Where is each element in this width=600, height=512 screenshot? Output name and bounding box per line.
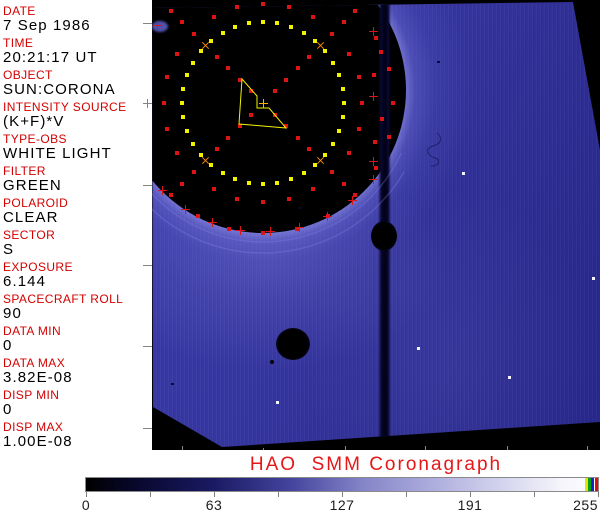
- colorbar-tick: [534, 492, 535, 497]
- metadata-field: DATA MIN 0: [3, 325, 152, 354]
- field-value: (K+F)*V: [3, 113, 65, 130]
- colorbar-tick-label: 127: [329, 497, 355, 512]
- field-value: CLEAR: [3, 209, 59, 226]
- colorbar: [85, 477, 599, 492]
- colorbar-gradient: [86, 478, 598, 491]
- image-panel: [152, 0, 600, 450]
- colorbar-tick: [150, 492, 151, 497]
- metadata-field: POLAROID CLEAR: [3, 197, 152, 226]
- left-axis-tick: [143, 346, 152, 347]
- page-title: HAO SMM Coronagraph: [249, 454, 503, 475]
- field-value: 7 Sep 1986: [3, 17, 91, 34]
- smm-coronagraph-viewer: DATE 7 Sep 1986 TIME 20:21:17 UT OBJECT SUN:C…: [0, 0, 600, 512]
- colorbar-tick: [278, 492, 279, 497]
- metadata-field: EXPOSURE 6.144: [3, 261, 152, 290]
- metadata-sidebar: DATE 7 Sep 1986 TIME 20:21:17 UT OBJECT SUN:C…: [0, 0, 152, 450]
- colorbar-tick-label: 0: [81, 497, 91, 512]
- metadata-field: OBJECT SUN:CORONA: [3, 69, 152, 98]
- field-label: SECTOR: [3, 228, 56, 242]
- field-label: DATA MIN: [3, 324, 62, 338]
- metadata-field: DISP MIN 0: [3, 389, 152, 418]
- metadata-field: DATA MAX 3.82E-08: [3, 357, 152, 386]
- calibration-polygon: [238, 77, 288, 129]
- metadata-field: FILTER GREEN: [3, 165, 152, 194]
- field-value: S: [3, 241, 15, 258]
- field-value: WHITE LIGHT: [3, 145, 112, 162]
- field-value: 0: [3, 401, 13, 418]
- metadata-field: SPACECRAFT ROLL 90: [3, 293, 152, 322]
- colorbar-tick: [598, 492, 599, 497]
- metadata-field: DISP MAX 1.00E-08: [3, 421, 152, 450]
- metadata-field: SECTOR S: [3, 229, 152, 258]
- field-value: 1.00E-08: [3, 433, 73, 450]
- left-axis-plus-mark: [143, 99, 152, 108]
- field-value: 20:21:17 UT: [3, 49, 98, 66]
- colorbar-tick-label: 255: [573, 497, 598, 512]
- metadata-field: TIME 20:21:17 UT: [3, 37, 152, 66]
- footer: HAO SMM Coronagraph 0 63 127 191 255: [0, 450, 600, 512]
- left-axis-tick: [143, 185, 152, 186]
- metadata-field: DATE 7 Sep 1986: [3, 5, 152, 34]
- metadata-field: INTENSITY SOURCE (K+F)*V: [3, 101, 152, 130]
- colorbar-tick-label: 191: [457, 497, 483, 512]
- field-value: GREEN: [3, 177, 62, 194]
- field-value: 3.82E-08: [3, 369, 73, 386]
- colorbar-end-stripe: [591, 478, 594, 491]
- fiber-artifact: [427, 132, 442, 167]
- field-value: 6.144: [3, 273, 47, 290]
- field-value: 90: [3, 305, 22, 322]
- field-label: SPACECRAFT ROLL: [3, 292, 124, 306]
- colorbar-tick: [406, 492, 407, 497]
- left-axis-tick: [143, 265, 152, 266]
- left-axis-tick: [143, 428, 152, 429]
- metadata-field: TYPE-OBS WHITE LIGHT: [3, 133, 152, 162]
- vector-overlay: [152, 77, 442, 254]
- field-value: SUN:CORONA: [3, 81, 116, 98]
- left-axis-tick: [143, 23, 152, 24]
- field-value: 0: [3, 337, 13, 354]
- diffraction-rings: [152, 153, 404, 254]
- colorbar-end-stripe: [595, 478, 598, 491]
- field-label: DISP MIN: [3, 388, 60, 402]
- colorbar-tick-label: 63: [205, 497, 223, 512]
